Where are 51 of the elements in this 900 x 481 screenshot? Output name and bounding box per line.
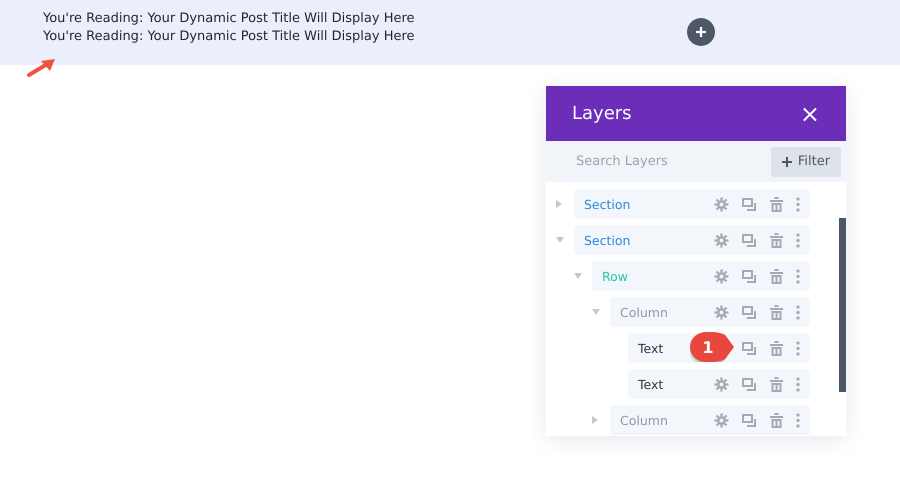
- add-button[interactable]: [687, 18, 715, 46]
- more-icon[interactable]: [796, 196, 800, 212]
- post-title-text: You're Reading: Your Dynamic Post Title Will Display Here: [43, 29, 415, 44]
- trash-icon[interactable]: [770, 340, 783, 356]
- more-icon[interactable]: [796, 304, 800, 320]
- more-icon[interactable]: [796, 232, 800, 248]
- more-icon[interactable]: [796, 340, 800, 356]
- post-title-text: You're Reading: Your Dynamic Post Title Will Display Here: [43, 11, 415, 26]
- layer-item[interactable]: Text 1: [628, 333, 810, 363]
- duplicate-icon[interactable]: [742, 198, 757, 210]
- layer-item[interactable]: Row: [592, 261, 810, 291]
- duplicate-icon[interactable]: [742, 378, 757, 390]
- close-button[interactable]: ×: [800, 102, 820, 126]
- search-field[interactable]: Search Layers: [576, 154, 763, 169]
- trash-icon[interactable]: [770, 232, 783, 248]
- duplicate-icon[interactable]: [742, 270, 757, 282]
- layer-item[interactable]: Text: [628, 369, 810, 399]
- duplicate-icon[interactable]: [742, 306, 757, 318]
- settings-icon[interactable]: [714, 268, 729, 284]
- settings-icon[interactable]: [714, 304, 729, 320]
- duplicate-icon[interactable]: [742, 342, 757, 354]
- caret-down-icon[interactable]: [592, 309, 600, 315]
- settings-icon[interactable]: [714, 376, 729, 392]
- duplicate-icon[interactable]: [742, 234, 757, 246]
- more-icon[interactable]: [796, 268, 800, 284]
- layer-item[interactable]: Column: [610, 405, 810, 435]
- plus-icon: [695, 26, 707, 38]
- callout-badge: 1: [690, 332, 734, 362]
- layer-item[interactable]: Section: [574, 225, 810, 255]
- caret-down-icon[interactable]: [556, 237, 564, 243]
- filter-button[interactable]: Filter: [771, 146, 841, 176]
- scrollbar[interactable]: [839, 218, 846, 392]
- trash-icon[interactable]: [770, 268, 783, 284]
- layer-item[interactable]: Column: [610, 297, 810, 327]
- settings-icon[interactable]: [714, 196, 729, 212]
- layer-item[interactable]: Section: [574, 189, 810, 219]
- trash-icon[interactable]: [770, 304, 783, 320]
- panel-title: Layers: [572, 103, 632, 124]
- pointer-arrow: [27, 58, 56, 77]
- caret-right-icon[interactable]: [592, 416, 598, 424]
- settings-icon[interactable]: [714, 412, 729, 428]
- duplicate-icon[interactable]: [742, 414, 757, 426]
- caret-right-icon[interactable]: [556, 200, 562, 208]
- more-icon[interactable]: [796, 376, 800, 392]
- trash-icon[interactable]: [770, 196, 783, 212]
- caret-down-icon[interactable]: [574, 273, 582, 279]
- trash-icon[interactable]: [770, 412, 783, 428]
- more-icon[interactable]: [796, 412, 800, 428]
- trash-icon[interactable]: [770, 376, 783, 392]
- plus-icon: [782, 156, 792, 166]
- settings-icon[interactable]: [714, 232, 729, 248]
